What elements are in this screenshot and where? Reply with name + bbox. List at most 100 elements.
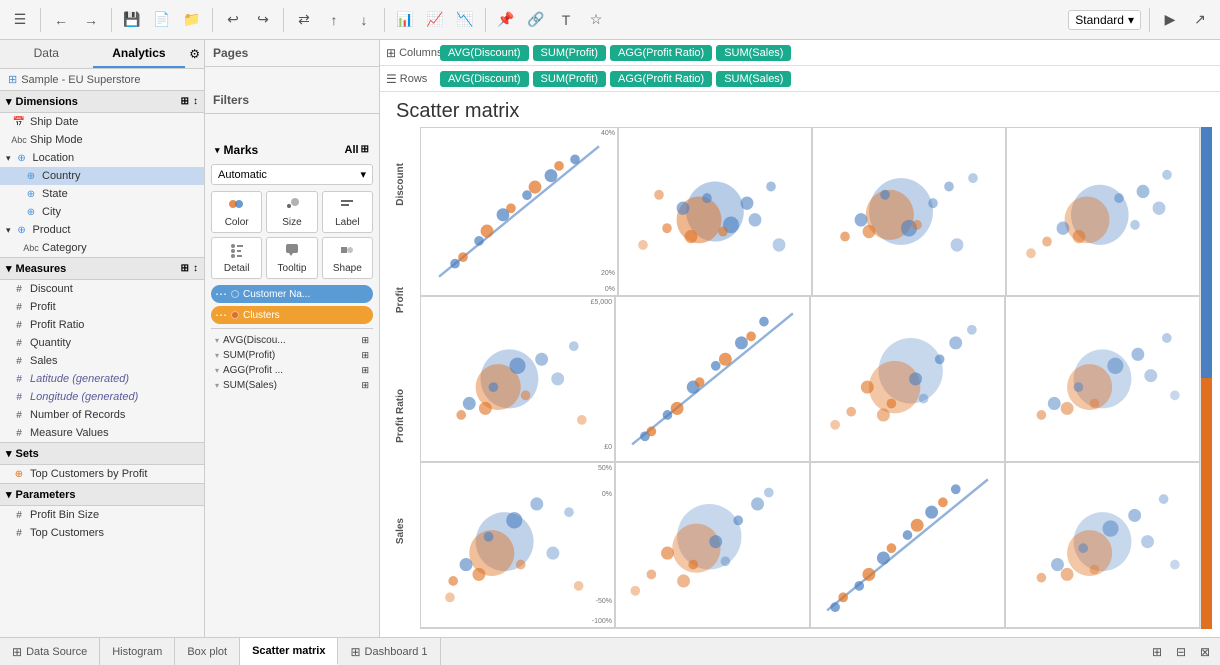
- tab-data[interactable]: Data: [0, 40, 93, 68]
- tab-histogram[interactable]: Histogram: [100, 638, 175, 665]
- group-location[interactable]: ▾ ⊕ Location: [0, 149, 204, 167]
- agg-sales[interactable]: ▾ SUM(Sales) ⊞: [211, 378, 373, 393]
- grid-icon4[interactable]: ⊞: [361, 350, 369, 361]
- field-measure-values[interactable]: # Measure Values: [0, 424, 204, 442]
- panel-settings-icon[interactable]: ⚙: [185, 40, 204, 68]
- parameters-header[interactable]: ▾ Parameters: [0, 483, 204, 506]
- bottom-tabs: ⊞ Data Source Histogram Box plot Scatter…: [0, 637, 1220, 665]
- datasource-tab-icon: ⊞: [12, 645, 22, 659]
- grid-icon6[interactable]: ⊞: [361, 380, 369, 391]
- field-top-customers-param[interactable]: # Top Customers: [0, 524, 204, 542]
- link-icon[interactable]: 🔗: [524, 8, 548, 32]
- row-pill-1[interactable]: SUM(Profit): [533, 71, 606, 87]
- field-quantity[interactable]: # Quantity: [0, 334, 204, 352]
- size-icon: [284, 196, 300, 215]
- collapse-icon3: ▾: [215, 366, 219, 375]
- new-story-button[interactable]: ⊠: [1194, 641, 1216, 663]
- tab-analytics[interactable]: Analytics: [93, 40, 186, 68]
- grid-icon2[interactable]: ⊞: [181, 263, 189, 274]
- forward-icon[interactable]: →: [79, 8, 103, 32]
- label-label: Label: [335, 217, 359, 228]
- redo-icon[interactable]: ↪: [251, 8, 275, 32]
- shape-button[interactable]: Shape: [322, 237, 373, 279]
- row-pill-2[interactable]: AGG(Profit Ratio): [610, 71, 712, 87]
- field-country[interactable]: ⊕ Country: [0, 167, 204, 185]
- row-pill-3[interactable]: SUM(Sales): [716, 71, 791, 87]
- group-product[interactable]: ▾ ⊕ Product: [0, 221, 204, 239]
- shape-icon: [339, 242, 355, 261]
- dimensions-header[interactable]: ▾ Dimensions ⊞ ↕: [0, 90, 204, 113]
- field-ship-mode[interactable]: Abc Ship Mode: [0, 131, 204, 149]
- field-category[interactable]: Abc Category: [0, 239, 204, 257]
- marks-collapse-icon[interactable]: ▾: [215, 145, 220, 156]
- size-button[interactable]: Size: [266, 191, 317, 233]
- tab-dashboard-1[interactable]: ⊞ Dashboard 1: [338, 638, 440, 665]
- field-latitude[interactable]: # Latitude (generated): [0, 370, 204, 388]
- undo-icon[interactable]: ↩: [221, 8, 245, 32]
- share-icon[interactable]: ↗: [1188, 8, 1212, 32]
- text-icon[interactable]: T: [554, 8, 578, 32]
- detail-button[interactable]: Detail: [211, 237, 262, 279]
- chart-icon-3[interactable]: 📉: [453, 8, 477, 32]
- agg-profit[interactable]: ▾ SUM(Profit) ⊞: [211, 348, 373, 363]
- label-button[interactable]: Label: [322, 191, 373, 233]
- field-sales[interactable]: # Sales: [0, 352, 204, 370]
- col-pill-1[interactable]: SUM(Profit): [533, 45, 606, 61]
- grid-icon5[interactable]: ⊞: [361, 365, 369, 376]
- back-icon[interactable]: ←: [49, 8, 73, 32]
- cell-3-3: [1005, 628, 1200, 629]
- field-state[interactable]: ⊕ State: [0, 185, 204, 203]
- col-pill-3[interactable]: SUM(Sales): [716, 45, 791, 61]
- present-icon[interactable]: ▶: [1158, 8, 1182, 32]
- sort-icon2[interactable]: ↕: [193, 263, 198, 274]
- sets-header[interactable]: ▾ Sets: [0, 442, 204, 465]
- clusters-pill[interactable]: ⋯ Clusters: [211, 306, 373, 324]
- grid-icon3[interactable]: ⊞: [361, 335, 369, 346]
- field-city[interactable]: ⊕ City: [0, 203, 204, 221]
- customer-pill[interactable]: ⋯ Customer Na...: [211, 285, 373, 303]
- tab-data-source[interactable]: ⊞ Data Source: [0, 638, 100, 665]
- new-sheet-button[interactable]: ⊞: [1146, 641, 1168, 663]
- new-icon[interactable]: 📄: [150, 8, 174, 32]
- agg-profit-ratio[interactable]: ▾ AGG(Profit ... ⊞: [211, 363, 373, 378]
- tooltip-button[interactable]: Tooltip: [266, 237, 317, 279]
- hash-icon: #: [12, 336, 26, 350]
- field-profit-ratio[interactable]: # Profit Ratio: [0, 316, 204, 334]
- chart-type-icon[interactable]: 📊: [393, 8, 417, 32]
- toolbar-menu-icon[interactable]: ☰: [8, 8, 32, 32]
- sort-desc-icon[interactable]: ↓: [352, 8, 376, 32]
- col-pill-2[interactable]: AGG(Profit Ratio): [610, 45, 712, 61]
- field-num-records[interactable]: # Number of Records: [0, 406, 204, 424]
- sort-asc-icon[interactable]: ↑: [322, 8, 346, 32]
- field-longitude[interactable]: # Longitude (generated): [0, 388, 204, 406]
- field-discount[interactable]: # Discount: [0, 280, 204, 298]
- col-pill-0[interactable]: AVG(Discount): [440, 45, 529, 61]
- field-profit[interactable]: # Profit: [0, 298, 204, 316]
- field-profit-bin-size[interactable]: # Profit Bin Size: [0, 506, 204, 524]
- pin-icon[interactable]: 📌: [494, 8, 518, 32]
- automatic-dropdown[interactable]: Automatic ▾: [211, 164, 373, 185]
- pages-label: Pages: [213, 46, 248, 60]
- standard-dropdown[interactable]: Standard ▾: [1068, 10, 1141, 30]
- tab-box-plot[interactable]: Box plot: [175, 638, 240, 665]
- agg-discount[interactable]: ▾ AVG(Discou... ⊞: [211, 333, 373, 348]
- swap-icon[interactable]: ⇄: [292, 8, 316, 32]
- grid-icon[interactable]: ⊞: [181, 96, 189, 107]
- field-top-customers[interactable]: ⊕ Top Customers by Profit: [0, 465, 204, 483]
- star-icon[interactable]: ☆: [584, 8, 608, 32]
- new-dashboard-button[interactable]: ⊟: [1170, 641, 1192, 663]
- chart-icon-2[interactable]: 📈: [423, 8, 447, 32]
- standard-label: Standard: [1075, 13, 1124, 27]
- all-label: All: [345, 144, 359, 156]
- measures-header[interactable]: ▾ Measures ⊞ ↕: [0, 257, 204, 280]
- sort-icon[interactable]: ↕: [193, 96, 198, 107]
- toolbar-sep-2: [111, 8, 112, 32]
- marks-grid-icon[interactable]: ⊞: [361, 144, 369, 156]
- field-ship-date[interactable]: 📅 Ship Date: [0, 113, 204, 131]
- open-icon[interactable]: 📁: [180, 8, 204, 32]
- save-icon[interactable]: 💾: [120, 8, 144, 32]
- color-button[interactable]: Color: [211, 191, 262, 233]
- tab-scatter-matrix[interactable]: Scatter matrix: [240, 638, 338, 665]
- row-pill-0[interactable]: AVG(Discount): [440, 71, 529, 87]
- datasource-bar[interactable]: ⊞ Sample - EU Superstore: [0, 69, 204, 90]
